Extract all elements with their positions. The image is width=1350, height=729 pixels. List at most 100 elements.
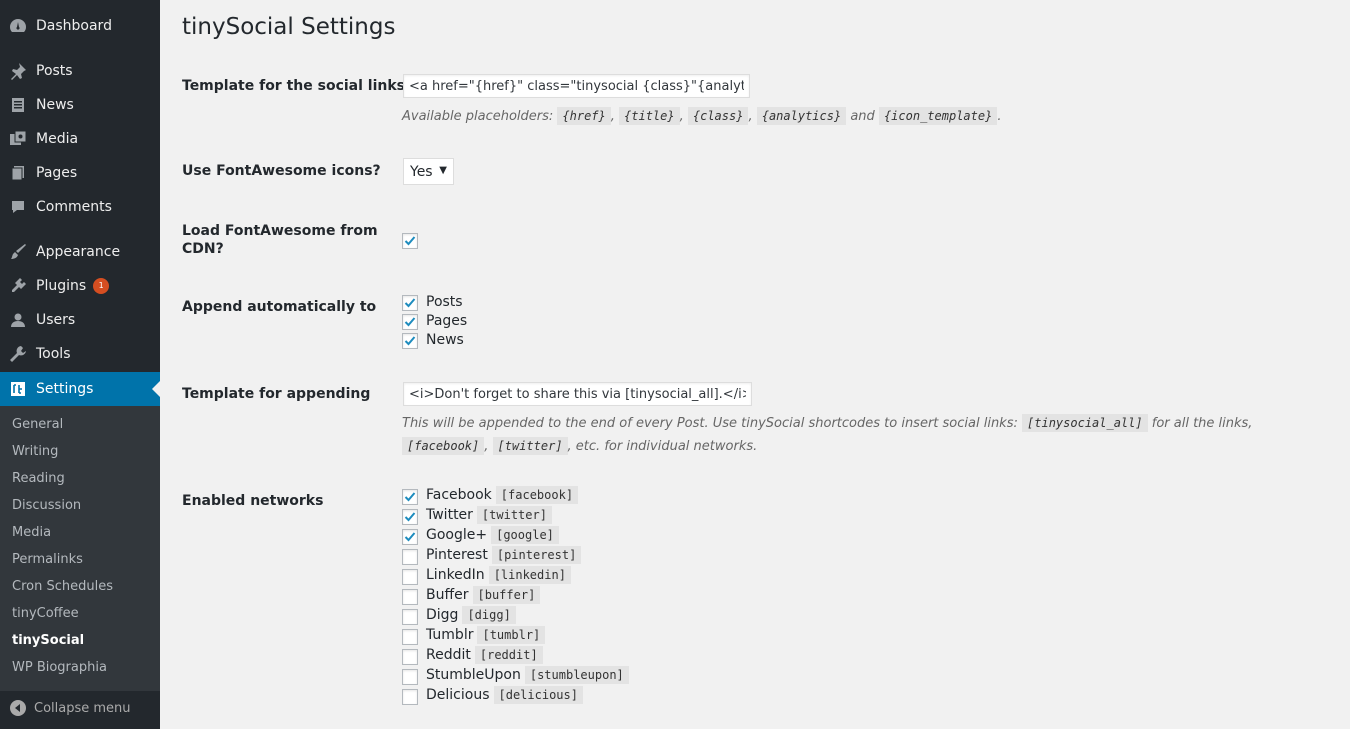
- collapse-menu-button[interactable]: Collapse menu: [0, 693, 160, 723]
- append-desc-text: , etc. for individual networks.: [567, 439, 758, 454]
- menu-item-label: Comments: [36, 199, 112, 215]
- media-icon: [8, 129, 28, 149]
- network-label: LinkedIn [linkedin]: [426, 566, 571, 584]
- template-input[interactable]: [403, 74, 750, 98]
- checkmark-icon: [404, 512, 416, 522]
- pin-icon: [8, 61, 28, 81]
- network-checkbox[interactable]: [402, 549, 418, 565]
- pages-icon: [8, 163, 28, 183]
- network-label: StumbleUpon [stumbleupon]: [426, 666, 629, 684]
- network-name: Buffer: [426, 587, 469, 603]
- users-icon: [8, 310, 28, 330]
- network-label: Facebook [facebook]: [426, 486, 579, 504]
- submenu-item-permalinks[interactable]: Permalinks: [12, 552, 83, 567]
- fontawesome-label: Use FontAwesome icons?: [182, 163, 381, 179]
- append-pages-checkbox[interactable]: [402, 314, 418, 330]
- network-checkbox[interactable]: [402, 649, 418, 665]
- shortcode-code: [facebook]: [402, 437, 485, 455]
- settings-submenu: General Writing Reading Discussion Media…: [0, 406, 160, 691]
- submenu-item-general[interactable]: General: [12, 417, 63, 432]
- network-shortcode: [tumblr]: [477, 626, 546, 644]
- menu-item-appearance[interactable]: Appearance: [0, 235, 160, 269]
- update-count-badge: 1: [93, 278, 110, 294]
- append-desc-text: for all the links,: [1151, 416, 1253, 431]
- checkmark-icon: [404, 298, 416, 308]
- network-shortcode: [reddit]: [474, 646, 543, 664]
- network-checkbox[interactable]: [402, 609, 418, 625]
- menu-item-posts[interactable]: Posts: [0, 54, 160, 88]
- plugin-icon: [8, 276, 28, 296]
- menu-item-label: Users: [36, 312, 76, 328]
- placeholders-description: Available placeholders: {href}, {title},…: [402, 107, 1002, 125]
- menu-item-pages[interactable]: Pages: [0, 156, 160, 190]
- placeholders-and: and: [850, 109, 875, 124]
- placeholders-intro: Available placeholders:: [402, 109, 554, 124]
- submenu-item-media[interactable]: Media: [12, 525, 51, 540]
- submenu-item-writing[interactable]: Writing: [12, 444, 58, 459]
- network-label: Tumblr [tumblr]: [426, 626, 546, 644]
- menu-item-label: Media: [36, 131, 79, 147]
- network-checkbox[interactable]: [402, 529, 418, 545]
- append-label: Append automatically to: [182, 299, 377, 315]
- submenu-item-cron-schedules[interactable]: Cron Schedules: [12, 579, 113, 594]
- template-label: Template for the social links: [182, 78, 405, 94]
- cdn-label: Load FontAwesome from CDN?: [182, 223, 378, 257]
- network-shortcode: [twitter]: [476, 506, 552, 524]
- network-checkbox[interactable]: [402, 489, 418, 505]
- append-posts-checkbox[interactable]: [402, 295, 418, 311]
- menu-item-label: News: [36, 97, 74, 113]
- append-template-label: Template for appending: [182, 386, 371, 402]
- network-checkbox[interactable]: [402, 689, 418, 705]
- append-posts-label: Posts: [426, 294, 463, 310]
- submenu-item-tinycoffee[interactable]: tinyCoffee: [12, 606, 79, 621]
- placeholder-code: {title}: [619, 107, 680, 125]
- comments-icon: [8, 197, 28, 217]
- network-checkbox[interactable]: [402, 629, 418, 645]
- append-template-input[interactable]: [403, 382, 752, 406]
- submenu-item-reading[interactable]: Reading: [12, 471, 65, 486]
- menu-item-users[interactable]: Users: [0, 303, 160, 337]
- menu-item-dashboard[interactable]: Dashboard: [0, 9, 160, 43]
- network-name: Reddit: [426, 647, 471, 663]
- menu-item-plugins[interactable]: Plugins 1: [0, 269, 160, 303]
- network-label: Delicious [delicious]: [426, 686, 583, 704]
- network-name: Delicious: [426, 687, 490, 703]
- network-name: Google+: [426, 527, 488, 543]
- network-shortcode: [digg]: [462, 606, 516, 624]
- fontawesome-select[interactable]: Yes ▼: [403, 158, 454, 185]
- placeholder-code: {class}: [687, 107, 749, 125]
- append-news-checkbox[interactable]: [402, 333, 418, 349]
- cdn-checkbox[interactable]: [402, 233, 418, 249]
- menu-item-comments[interactable]: Comments: [0, 190, 160, 224]
- network-label: Digg [digg]: [426, 606, 516, 624]
- submenu-item-wp-biographia[interactable]: WP Biographia: [12, 660, 107, 675]
- checkmark-icon: [404, 317, 416, 327]
- dropdown-arrow-icon: ▼: [439, 165, 447, 176]
- menu-item-tools[interactable]: Tools: [0, 337, 160, 371]
- network-name: Facebook: [426, 487, 492, 503]
- network-shortcode: [google]: [491, 526, 559, 544]
- network-checkbox[interactable]: [402, 589, 418, 605]
- submenu-item-discussion[interactable]: Discussion: [12, 498, 81, 513]
- submenu-item-tinysocial[interactable]: tinySocial: [12, 633, 84, 648]
- menu-item-news[interactable]: News: [0, 88, 160, 122]
- settings-main: tinySocial Settings Template for the soc…: [160, 0, 1350, 729]
- network-checkbox[interactable]: [402, 569, 418, 585]
- menu-item-label: Plugins: [36, 278, 87, 294]
- shortcode-code: [twitter]: [492, 437, 568, 455]
- menu-item-label: Appearance: [36, 244, 121, 260]
- network-name: StumbleUpon: [426, 667, 521, 683]
- menu-item-label: Settings: [36, 381, 94, 397]
- news-icon: [8, 95, 28, 115]
- fontawesome-select-value: Yes: [410, 163, 433, 180]
- network-checkbox[interactable]: [402, 509, 418, 525]
- checkmark-icon: [404, 532, 416, 542]
- menu-item-media[interactable]: Media: [0, 122, 160, 156]
- menu-item-label: Dashboard: [36, 18, 112, 34]
- append-news-label: News: [426, 332, 464, 348]
- menu-item-label: Tools: [36, 346, 71, 362]
- collapse-arrow-icon: [10, 700, 26, 716]
- network-checkbox[interactable]: [402, 669, 418, 685]
- network-name: Pinterest: [426, 547, 488, 563]
- menu-item-settings[interactable]: Settings: [0, 372, 160, 406]
